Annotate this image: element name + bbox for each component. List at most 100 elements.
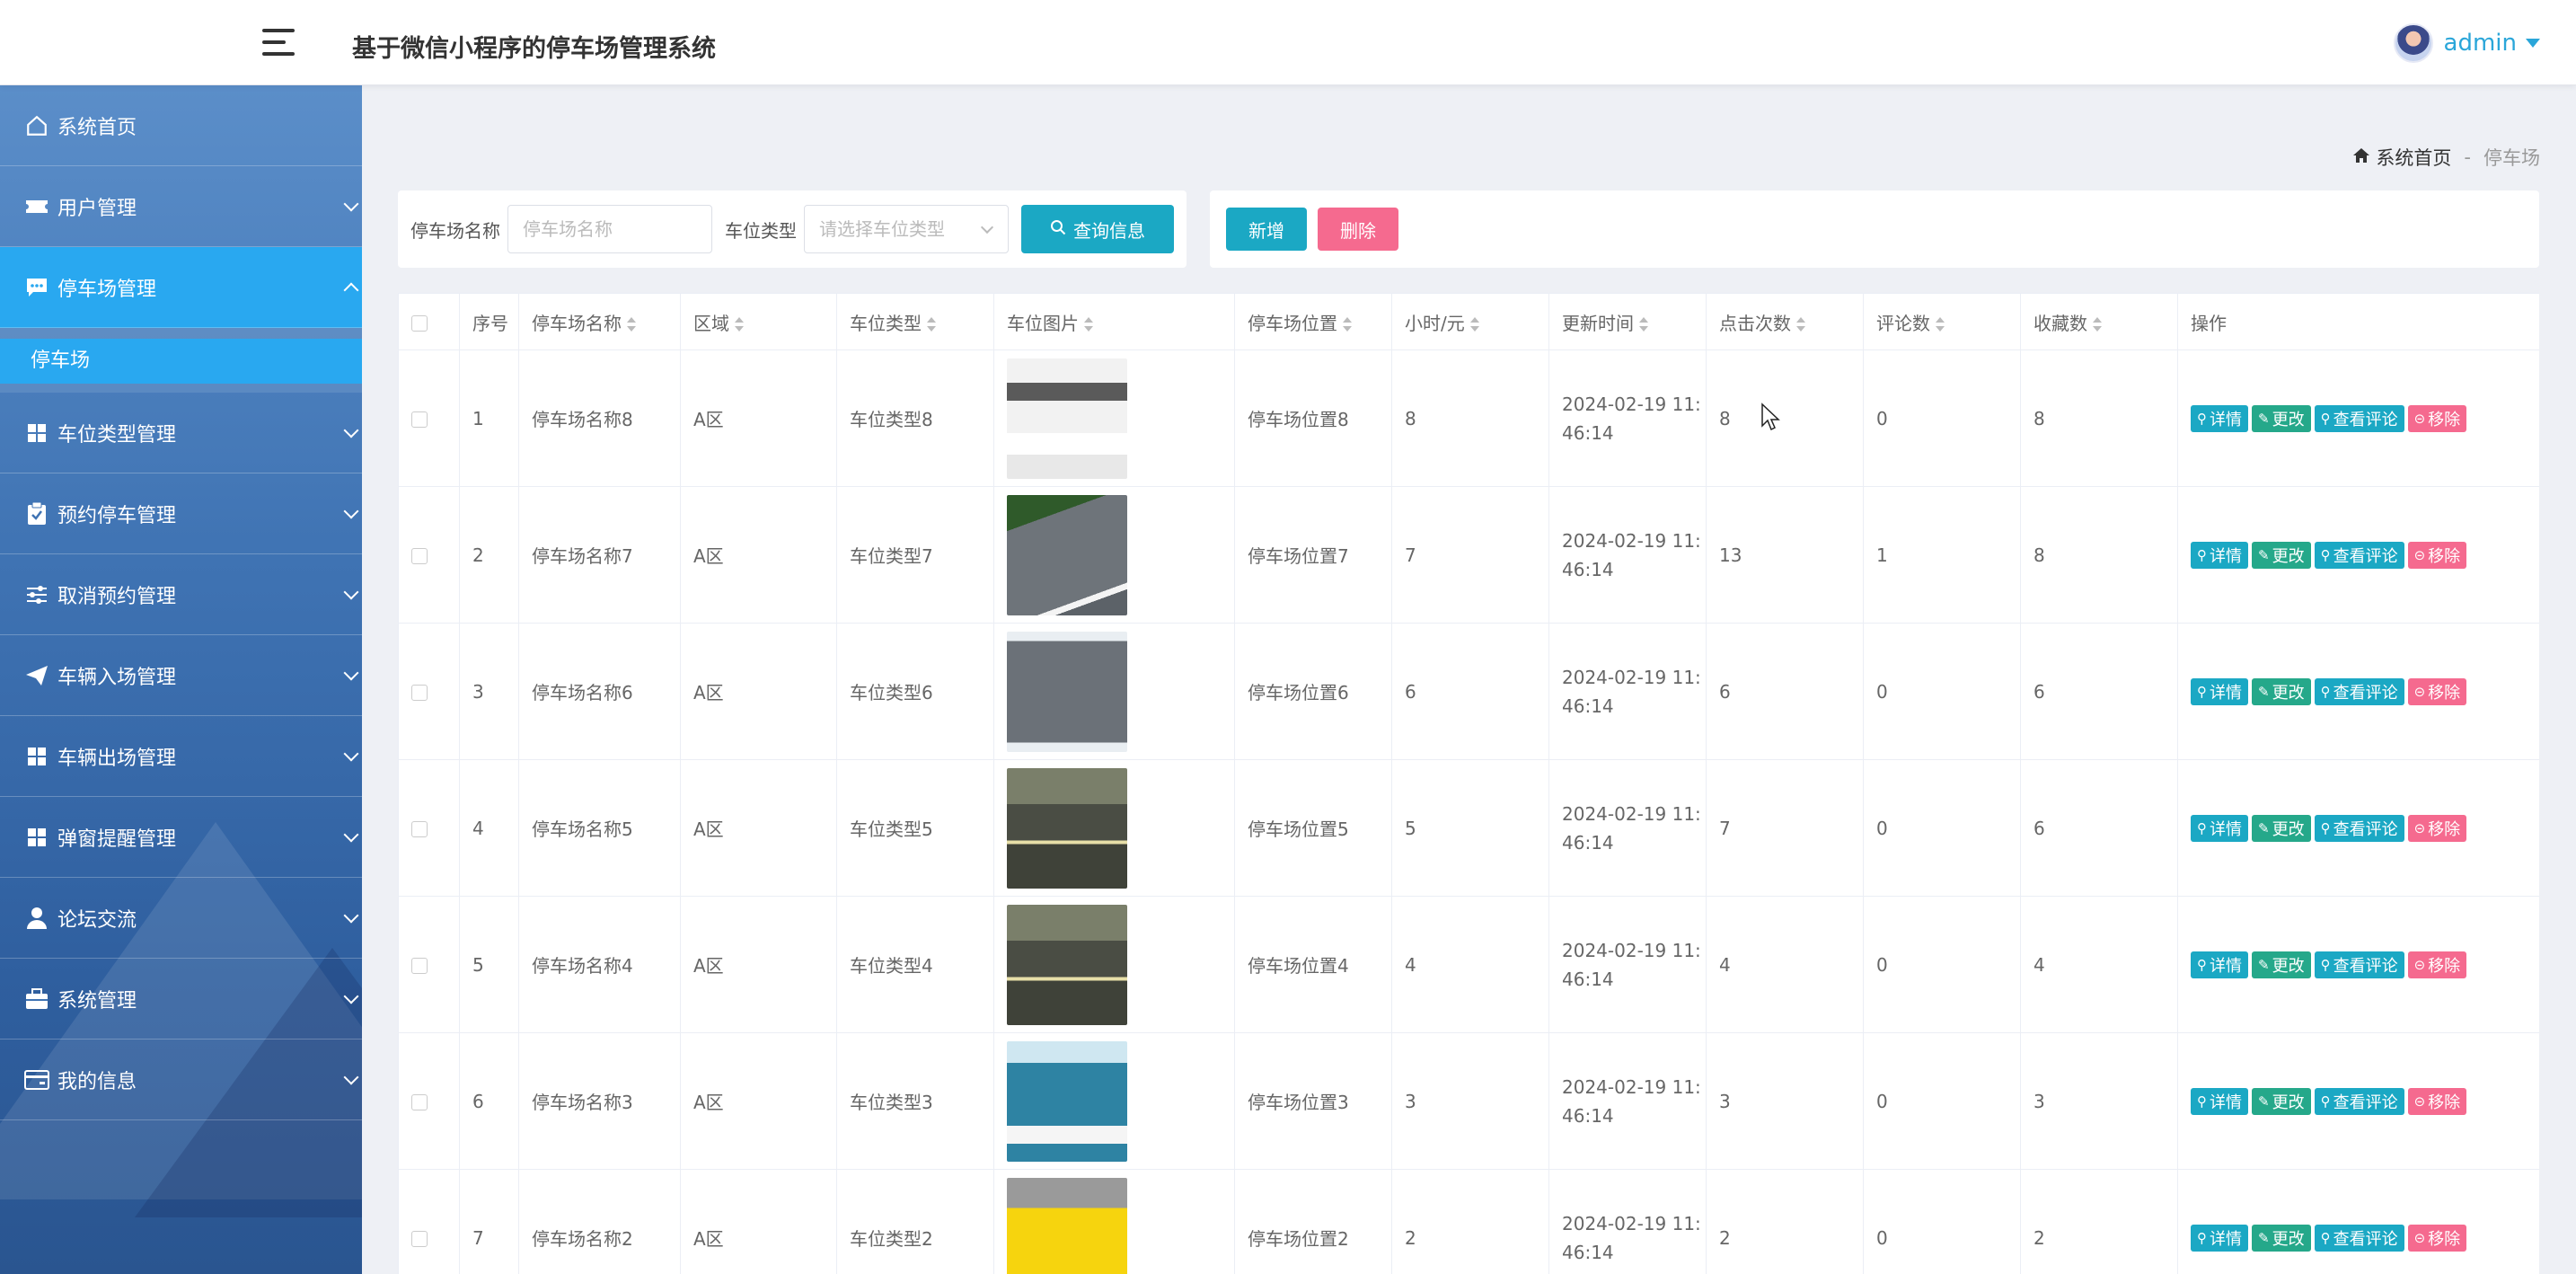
row-checkbox[interactable]: [411, 821, 428, 837]
sidebar-item-forum[interactable]: 论坛交流: [0, 878, 362, 959]
sort-icon[interactable]: [1796, 317, 1805, 332]
sidebar-item-space-types[interactable]: 车位类型管理: [0, 393, 362, 473]
header-price[interactable]: 小时/元: [1391, 293, 1549, 350]
header-area[interactable]: 区域: [680, 293, 837, 350]
parking-thumbnail[interactable]: [1007, 631, 1127, 752]
remove-button[interactable]: ⊝ 移除: [2407, 951, 2467, 978]
edit-button[interactable]: ✎ 更改: [2252, 814, 2311, 842]
header-name[interactable]: 停车场名称: [518, 293, 681, 350]
sidebar-item-system[interactable]: 系统管理: [0, 959, 362, 1040]
sort-icon[interactable]: [735, 317, 744, 332]
parking-thumbnail[interactable]: [1007, 358, 1127, 479]
view-comments-button[interactable]: ⚲ 查看评论: [2314, 814, 2404, 842]
view-comments-button[interactable]: ⚲ 查看评论: [2314, 951, 2404, 978]
header-time[interactable]: 更新时间: [1548, 293, 1707, 350]
remove-button[interactable]: ⊝ 移除: [2407, 1087, 2467, 1115]
header-location[interactable]: 停车场位置: [1234, 293, 1392, 350]
remove-button[interactable]: ⊝ 移除: [2407, 404, 2467, 432]
add-button[interactable]: 新增: [1226, 208, 1307, 251]
cell-name: 停车场名称7: [518, 486, 681, 624]
sort-icon[interactable]: [1084, 317, 1093, 332]
sort-icon[interactable]: [1639, 317, 1648, 332]
header-image[interactable]: 车位图片: [993, 293, 1235, 350]
parking-thumbnail[interactable]: [1007, 494, 1127, 615]
detail-button[interactable]: ⚲ 详情: [2191, 1087, 2248, 1115]
sidebar-item-vehicle-entry[interactable]: 车辆入场管理: [0, 635, 362, 716]
name-input[interactable]: 停车场名称: [507, 205, 712, 253]
cell-text: 0: [1876, 817, 1888, 839]
delete-button[interactable]: 删除: [1318, 208, 1398, 251]
sidebar-item-my-info[interactable]: 我的信息: [0, 1040, 362, 1120]
remove-button[interactable]: ⊝ 移除: [2407, 1224, 2467, 1252]
sidebar-item-cancel-reservations[interactable]: 取消预约管理: [0, 554, 362, 635]
row-checkbox[interactable]: [411, 685, 428, 701]
sort-icon[interactable]: [1469, 317, 1479, 332]
view-comments-button[interactable]: ⚲ 查看评论: [2314, 541, 2404, 569]
detail-button[interactable]: ⚲ 详情: [2191, 404, 2248, 432]
view-comments-button[interactable]: ⚲ 查看评论: [2314, 1224, 2404, 1252]
user-menu[interactable]: admin: [2393, 23, 2540, 63]
view-comments-button[interactable]: ⚲ 查看评论: [2314, 404, 2404, 432]
sort-icon[interactable]: [1936, 317, 1945, 332]
cell-text: 2: [472, 544, 484, 566]
header-clicks[interactable]: 点击次数: [1706, 293, 1864, 350]
view-comments-button[interactable]: ⚲ 查看评论: [2314, 1087, 2404, 1115]
menu-toggle-icon[interactable]: [262, 29, 295, 56]
detail-button[interactable]: ⚲ 详情: [2191, 1224, 2248, 1252]
sidebar-item-parking[interactable]: 停车场管理: [0, 247, 362, 328]
cell-comments: 0: [1863, 1169, 2021, 1274]
remove-button[interactable]: ⊝ 移除: [2407, 677, 2467, 705]
cell-area: A区: [680, 1032, 837, 1170]
chevron-down-icon: [343, 665, 359, 681]
row-checkbox[interactable]: [411, 1094, 428, 1110]
detail-button[interactable]: ⚲ 详情: [2191, 951, 2248, 978]
sort-icon[interactable]: [627, 317, 636, 332]
remove-label: 移除: [2428, 546, 2461, 566]
sort-icon[interactable]: [927, 317, 936, 332]
edit-button[interactable]: ✎ 更改: [2252, 951, 2311, 978]
header-favs[interactable]: 收藏数: [2020, 293, 2178, 350]
header-comments[interactable]: 评论数: [1863, 293, 2021, 350]
edit-button[interactable]: ✎ 更改: [2252, 677, 2311, 705]
sidebar-subitem-parking-lot[interactable]: 停车场: [0, 339, 362, 384]
breadcrumb-home[interactable]: 系统首页: [2376, 144, 2451, 171]
edit-button[interactable]: ✎ 更改: [2252, 1224, 2311, 1252]
cell-name: 停车场名称2: [518, 1169, 681, 1274]
cell-text: 13: [1719, 544, 1742, 566]
parking-thumbnail[interactable]: [1007, 1177, 1127, 1274]
row-checkbox[interactable]: [411, 958, 428, 974]
sidebar-item-vehicle-exit[interactable]: 车辆出场管理: [0, 716, 362, 797]
detail-button[interactable]: ⚲ 详情: [2191, 677, 2248, 705]
parking-thumbnail[interactable]: [1007, 1040, 1127, 1162]
header-type[interactable]: 车位类型: [836, 293, 994, 350]
row-checkbox[interactable]: [411, 1231, 428, 1247]
sidebar-item-popup-reminders[interactable]: 弹窗提醒管理: [0, 797, 362, 878]
caret-down-icon[interactable]: [2526, 39, 2540, 48]
edit-button[interactable]: ✎ 更改: [2252, 404, 2311, 432]
detail-button[interactable]: ⚲ 详情: [2191, 541, 2248, 569]
search-button[interactable]: 查询信息: [1021, 205, 1174, 253]
sidebar-item-users[interactable]: 用户管理: [0, 166, 362, 247]
edit-button[interactable]: ✎ 更改: [2252, 541, 2311, 569]
sort-icon[interactable]: [1343, 317, 1352, 332]
detail-button[interactable]: ⚲ 详情: [2191, 814, 2248, 842]
user-name[interactable]: admin: [2444, 30, 2517, 57]
row-checkbox[interactable]: [411, 411, 428, 428]
parking-thumbnail[interactable]: [1007, 767, 1127, 889]
sidebar-item-reservations[interactable]: 预约停车管理: [0, 473, 362, 554]
avatar[interactable]: [2393, 23, 2433, 63]
cell-no: 6: [459, 1032, 519, 1170]
cell-name: 停车场名称4: [518, 896, 681, 1033]
select-all-checkbox[interactable]: [411, 314, 428, 332]
type-select[interactable]: 请选择车位类型: [804, 205, 1009, 253]
row-checkbox[interactable]: [411, 548, 428, 564]
remove-button[interactable]: ⊝ 移除: [2407, 541, 2467, 569]
sort-icon[interactable]: [2093, 317, 2102, 332]
remove-button[interactable]: ⊝ 移除: [2407, 814, 2467, 842]
sidebar-item-home[interactable]: 系统首页: [0, 85, 362, 166]
edit-button[interactable]: ✎ 更改: [2252, 1087, 2311, 1115]
view-comments-button[interactable]: ⚲ 查看评论: [2314, 677, 2404, 705]
parking-thumbnail[interactable]: [1007, 904, 1127, 1025]
cell-price: 3: [1391, 1032, 1549, 1170]
cell-type: 车位类型5: [836, 759, 994, 897]
